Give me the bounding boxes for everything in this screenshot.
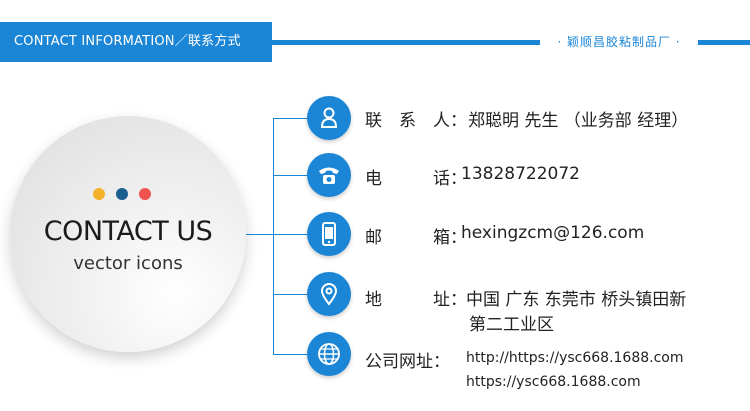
blue-dot	[116, 188, 128, 200]
website-label: 公司网址：	[365, 352, 450, 372]
header-rule-right	[698, 40, 750, 45]
phone-value[interactable]: 13828722072	[461, 164, 580, 184]
connector-branch-2	[273, 175, 307, 176]
email-label: 邮 箱：	[365, 228, 467, 248]
globe-icon	[307, 332, 351, 376]
badge-title: CONTACT US	[43, 216, 213, 247]
mobile-icon	[307, 212, 351, 256]
section-header-tab: CONTACT INFORMATION／联系方式	[0, 22, 272, 62]
connector-main	[246, 234, 274, 235]
decorative-dots	[93, 188, 157, 202]
brand-name: · 颖顺昌胶粘制品厂 ·	[557, 35, 681, 49]
connector-spine	[273, 118, 274, 354]
phone-icon	[307, 153, 351, 197]
connector-branch-3	[273, 234, 307, 235]
yellow-dot	[93, 188, 105, 200]
person-icon	[307, 96, 351, 140]
address-value-line2: 第二工业区	[469, 315, 554, 335]
red-dot	[139, 188, 151, 200]
connector-branch-5	[273, 354, 307, 355]
location-icon	[307, 272, 351, 316]
phone-label: 电 话：	[365, 169, 467, 189]
connector-branch-1	[273, 118, 307, 119]
contact-person-value: 郑聪明 先生 （业务部 经理）	[468, 111, 689, 131]
badge-subtitle: vector icons	[73, 253, 183, 274]
email-value[interactable]: hexingzcm@126.com	[461, 223, 644, 243]
connector-branch-4	[273, 294, 307, 295]
website-value-line1[interactable]: http://https://ysc668.1688.com	[466, 350, 684, 366]
header-rule-left	[272, 40, 540, 45]
contact-person-label: 联 系 人：	[365, 111, 467, 131]
address-value-line1: 中国 广东 东莞市 桥头镇田新	[466, 290, 687, 310]
address-label: 地 址：	[365, 290, 467, 310]
website-value-line2[interactable]: https://ysc668.1688.com	[466, 374, 641, 390]
